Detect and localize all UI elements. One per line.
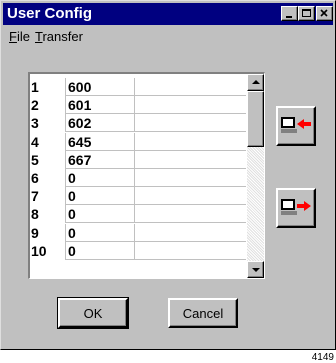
- figure-number: 4149: [311, 352, 334, 363]
- row-value[interactable]: 0: [65, 223, 135, 242]
- user-config-window: User Config File Transfer 1 600 2 601 3 602…: [0, 0, 336, 350]
- row-value[interactable]: 0: [65, 187, 135, 206]
- arrow-up-icon: [252, 80, 260, 84]
- row-number: 10: [31, 242, 47, 259]
- table-row[interactable]: 90: [30, 223, 246, 242]
- title-bar[interactable]: User Config: [3, 3, 333, 25]
- table-row[interactable]: 80: [30, 205, 246, 224]
- menu-transfer[interactable]: Transfer: [35, 29, 83, 45]
- row-value[interactable]: 0: [65, 168, 135, 187]
- transfer-to-device-button[interactable]: [276, 188, 316, 228]
- row-number: 9: [31, 224, 39, 241]
- menu-file-mnemonic: F: [9, 29, 17, 44]
- scroll-up-button[interactable]: [247, 74, 264, 91]
- user-list[interactable]: 1 600 2 601 3 602 4 645 5 667 60 70 80 90 10 0: [28, 72, 265, 279]
- table-row[interactable]: 4 645: [30, 132, 246, 151]
- row-number: 4: [31, 133, 39, 150]
- minimize-icon: [286, 16, 292, 18]
- close-button[interactable]: [316, 6, 333, 21]
- row-value[interactable]: 602: [65, 114, 135, 133]
- row-extra-cell[interactable]: [135, 205, 246, 224]
- computer-with-right-arrow-icon: [281, 199, 311, 215]
- table-row[interactable]: 2 601: [30, 96, 246, 115]
- table-row[interactable]: 10 0: [30, 241, 246, 260]
- cancel-button-label: Cancel: [182, 305, 224, 321]
- scroll-down-button[interactable]: [247, 261, 264, 278]
- row-number: 8: [31, 206, 39, 223]
- table-row[interactable]: 60: [30, 168, 246, 187]
- maximize-icon: [302, 9, 311, 17]
- window-title: User Config: [7, 5, 93, 22]
- table-row[interactable]: 1 600: [30, 78, 246, 96]
- row-extra-cell[interactable]: [135, 78, 246, 96]
- row-extra-cell[interactable]: [135, 242, 246, 260]
- table-row[interactable]: 3 602: [30, 114, 246, 133]
- row-value[interactable]: 601: [65, 96, 135, 115]
- row-number: 2: [31, 97, 39, 114]
- row-extra-cell[interactable]: [135, 187, 246, 206]
- row-extra-cell[interactable]: [135, 133, 246, 151]
- arrow-down-icon: [252, 268, 260, 272]
- row-number: 3: [31, 115, 39, 132]
- table-row[interactable]: 5 667: [30, 150, 246, 169]
- row-value[interactable]: 600: [65, 78, 135, 96]
- menu-bar: File Transfer: [3, 27, 333, 47]
- row-extra-cell[interactable]: [135, 169, 246, 187]
- computer-with-left-arrow-icon: [281, 117, 311, 133]
- row-value[interactable]: 645: [65, 132, 135, 151]
- row-number: 1: [31, 79, 39, 95]
- minimize-button[interactable]: [281, 6, 298, 21]
- row-extra-cell[interactable]: [135, 151, 246, 169]
- row-extra-cell[interactable]: [135, 96, 246, 115]
- vertical-scrollbar[interactable]: [247, 74, 264, 278]
- table-row[interactable]: 70: [30, 187, 246, 206]
- row-value[interactable]: 0: [65, 241, 135, 260]
- menu-transfer-label: ransfer: [42, 29, 83, 44]
- menu-file-label: ile: [16, 29, 30, 44]
- row-number: 7: [31, 188, 39, 205]
- maximize-button[interactable]: [298, 6, 315, 21]
- menu-file[interactable]: File: [9, 29, 30, 45]
- transfer-to-pc-button[interactable]: [276, 106, 316, 146]
- row-value[interactable]: 0: [65, 205, 135, 224]
- ok-button[interactable]: OK: [57, 297, 129, 329]
- ok-button-label: OK: [83, 305, 103, 321]
- cancel-button[interactable]: Cancel: [168, 298, 238, 328]
- row-value[interactable]: 667: [65, 150, 135, 169]
- close-icon: [320, 9, 328, 17]
- row-number: 6: [31, 169, 39, 186]
- row-extra-cell[interactable]: [135, 224, 246, 242]
- scroll-thumb[interactable]: [247, 91, 264, 147]
- row-extra-cell[interactable]: [135, 114, 246, 133]
- row-number: 5: [31, 151, 39, 168]
- user-list-rows: 1 600 2 601 3 602 4 645 5 667 60 70 80 90 10 0: [30, 78, 246, 260]
